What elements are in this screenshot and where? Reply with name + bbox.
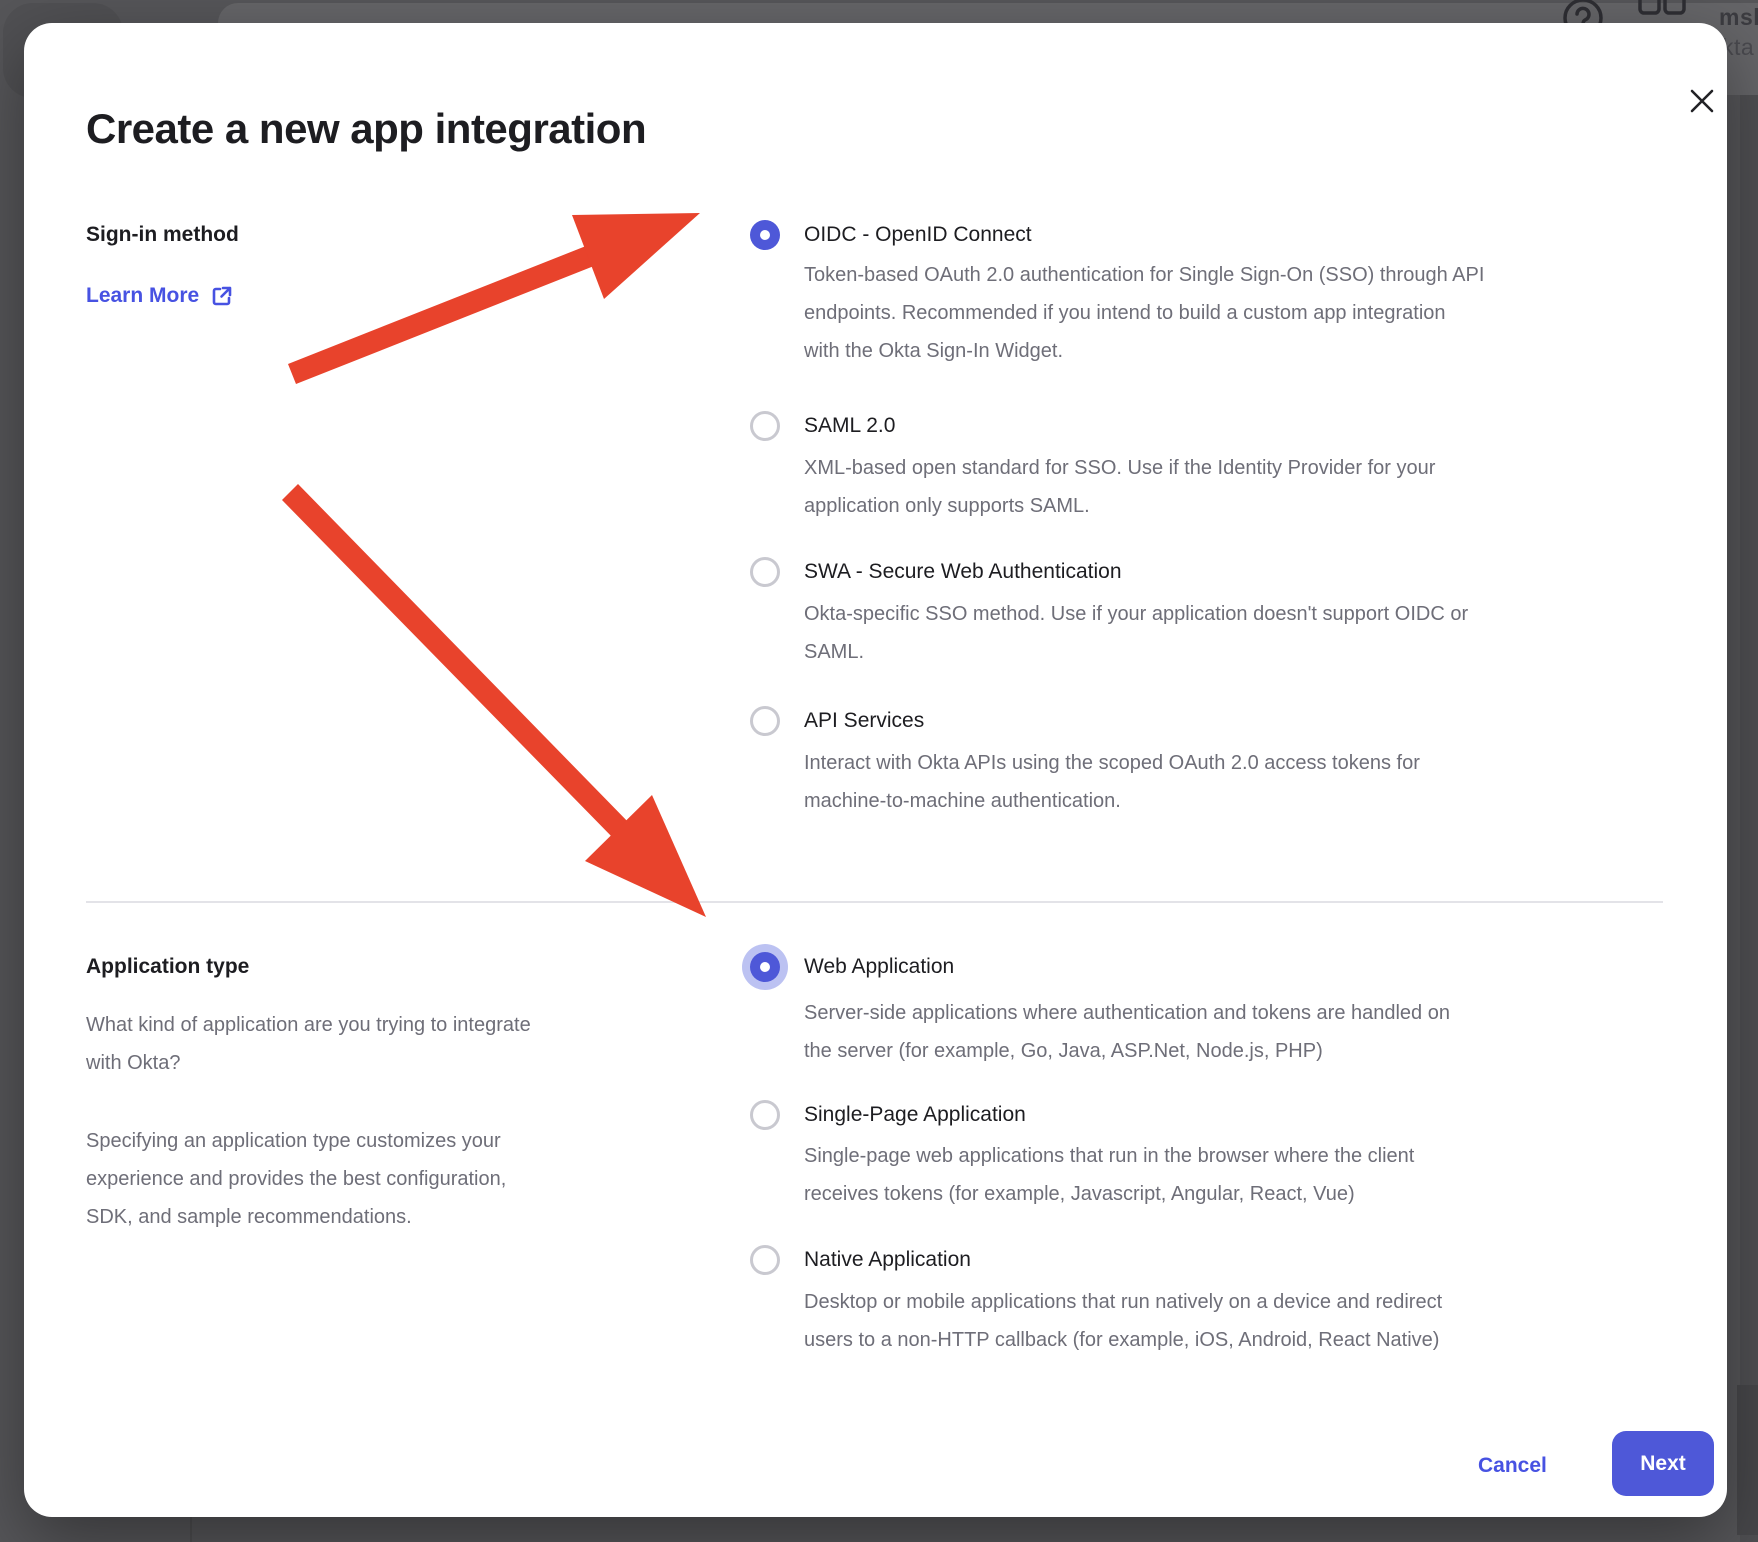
radio-oidc-label[interactable]: OIDC - OpenID Connect: [804, 220, 1032, 250]
external-link-icon: [211, 285, 233, 307]
sign-in-method-label: Sign-in method: [86, 220, 239, 250]
section-divider: [86, 901, 1663, 903]
radio-single-page-application[interactable]: [750, 1100, 780, 1130]
background-page-edge: [1740, 95, 1758, 1542]
radio-saml-description: XML-based open standard for SSO. Use if …: [804, 449, 1435, 525]
radio-api-services-description: Interact with Okta APIs using the scoped…: [804, 744, 1420, 820]
radio-native-application-description: Desktop or mobile applications that run …: [804, 1283, 1442, 1359]
radio-swa[interactable]: [750, 557, 780, 587]
radio-web-application[interactable]: [750, 952, 780, 982]
close-button[interactable]: [1676, 75, 1728, 127]
radio-native-application[interactable]: [750, 1245, 780, 1275]
page-title: Create a new app integration: [86, 105, 646, 153]
application-type-question: What kind of application are you trying …: [86, 1006, 686, 1082]
learn-more-link[interactable]: Learn More: [86, 281, 233, 311]
radio-web-application-description: Server-side applications where authentic…: [804, 994, 1450, 1070]
create-app-integration-dialog: Create a new app integration Sign-in met…: [24, 23, 1727, 1517]
radio-oidc[interactable]: [750, 220, 780, 250]
application-type-label: Application type: [86, 952, 249, 982]
radio-saml-label[interactable]: SAML 2.0: [804, 411, 895, 441]
radio-api-services[interactable]: [750, 706, 780, 736]
learn-more-label: Learn More: [86, 281, 199, 311]
radio-api-services-label[interactable]: API Services: [804, 706, 924, 736]
close-icon: [1688, 87, 1716, 115]
radio-saml[interactable]: [750, 411, 780, 441]
screen: msh kta Create a new app integration Sig…: [0, 0, 1758, 1542]
background-text-fragment: msh: [1719, 4, 1758, 31]
radio-swa-description: Okta-specific SSO method. Use if your ap…: [804, 595, 1468, 671]
radio-oidc-description: Token-based OAuth 2.0 authentication for…: [804, 256, 1484, 370]
radio-swa-label[interactable]: SWA - Secure Web Authentication: [804, 557, 1122, 587]
radio-native-application-label[interactable]: Native Application: [804, 1245, 971, 1275]
background-scrollbar: [1737, 1385, 1758, 1535]
background-panel-seam: [190, 1517, 192, 1542]
application-type-note: Specifying an application type customize…: [86, 1122, 686, 1236]
next-button[interactable]: Next: [1612, 1431, 1714, 1496]
radio-single-page-application-description: Single-page web applications that run in…: [804, 1137, 1414, 1213]
radio-web-application-label[interactable]: Web Application: [804, 952, 954, 982]
radio-single-page-application-label[interactable]: Single-Page Application: [804, 1100, 1026, 1130]
cancel-button[interactable]: Cancel: [1472, 1450, 1553, 1482]
